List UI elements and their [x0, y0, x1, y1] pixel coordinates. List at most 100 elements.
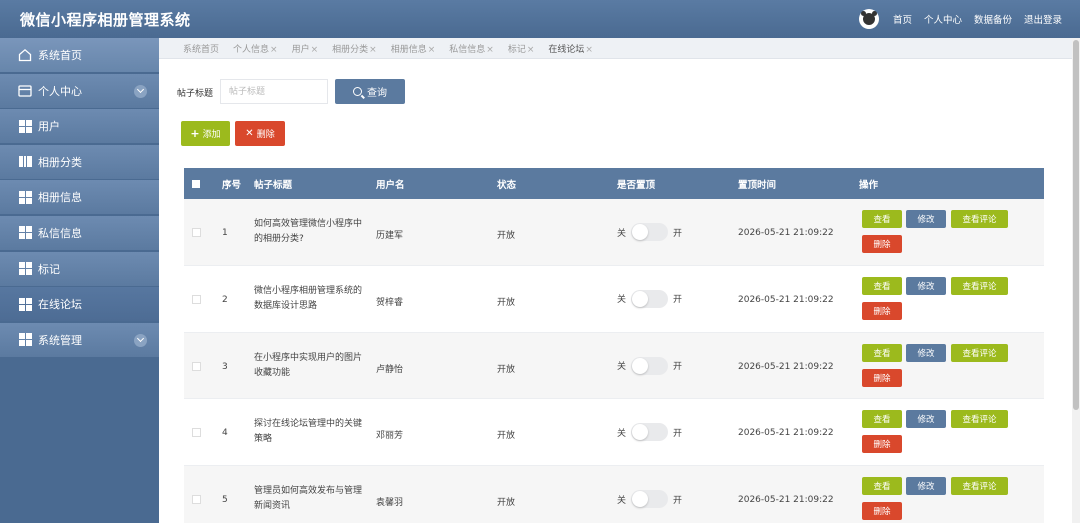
add-button[interactable]: + 添加: [181, 121, 230, 146]
tab-messages[interactable]: 私信信息×: [449, 42, 494, 55]
batch-delete-button[interactable]: ✕ 删除: [235, 121, 285, 146]
switch-off-label: 关: [617, 362, 627, 373]
view-button[interactable]: 查看: [862, 343, 902, 362]
table-row: 3 在小程序中实现用户的图片收藏功能 卢静怡 开放关开 2026-05-21 21:09…: [184, 332, 1044, 400]
close-icon[interactable]: ×: [486, 45, 494, 55]
table-row: 2 微信小程序相册管理系统的数据库设计思路 贺梓睿 开放关开 2026-05-21 21…: [184, 265, 1044, 333]
profile-link[interactable]: 个人中心: [924, 12, 962, 26]
app-title: 微信小程序相册管理系统: [20, 10, 191, 29]
row-title: 在小程序中实现用户的图片收藏功能: [254, 352, 363, 378]
pinned-switch[interactable]: [631, 223, 669, 241]
row-pin-time: 2026-05-21 21:09:22: [738, 428, 834, 439]
col-pin-time: 置顶时间: [738, 179, 777, 191]
sidebar-item-marks[interactable]: 标记: [0, 251, 159, 286]
col-no: 序号: [222, 179, 242, 191]
edit-button[interactable]: 修改: [906, 210, 946, 228]
view-comments-button[interactable]: 查看评论: [951, 343, 1008, 362]
search-input[interactable]: [220, 79, 328, 104]
view-button[interactable]: 查看: [862, 410, 902, 429]
grid-icon: [18, 190, 32, 204]
sidebar-item-label: 相册信息: [38, 191, 82, 205]
delete-button[interactable]: 删除: [862, 301, 902, 320]
row-title: 微信小程序相册管理系统的数据库设计思路: [254, 285, 363, 311]
edit-button[interactable]: 修改: [906, 410, 946, 429]
sidebar-item-album-info[interactable]: 相册信息: [0, 180, 159, 215]
view-button[interactable]: 查看: [862, 210, 902, 228]
chevron-down-icon[interactable]: [134, 84, 147, 98]
tab-personal-info[interactable]: 个人信息×: [233, 42, 278, 55]
sidebar-item-label: 系统管理: [38, 333, 82, 347]
scrollbar[interactable]: [1072, 38, 1080, 523]
switch-off-label: 关: [617, 295, 627, 306]
row-user: 贺梓睿: [376, 297, 404, 308]
row-no: 4: [222, 428, 228, 439]
delete-button[interactable]: 删除: [862, 502, 902, 521]
close-icon[interactable]: ×: [270, 45, 278, 55]
close-icon[interactable]: ×: [369, 45, 377, 55]
pinned-switch[interactable]: [631, 289, 669, 308]
pinned-switch[interactable]: [631, 490, 669, 509]
view-comments-button[interactable]: 查看评论: [951, 477, 1008, 496]
row-title: 如何高效管理微信小程序中的相册分类?: [254, 219, 363, 244]
row-status: 开放: [497, 231, 516, 241]
sidebar-item-label: 个人中心: [38, 84, 82, 98]
row-checkbox[interactable]: [192, 294, 201, 304]
select-all-checkbox[interactable]: [192, 168, 200, 199]
close-icon[interactable]: ×: [527, 45, 535, 55]
search-icon: [353, 87, 362, 96]
tab-marks[interactable]: 标记×: [508, 42, 535, 55]
pinned-switch[interactable]: [631, 423, 669, 442]
pinned-switch[interactable]: [631, 356, 669, 375]
tab-album-info[interactable]: 相册信息×: [391, 42, 436, 55]
home-link[interactable]: 首页: [893, 12, 912, 26]
close-icon[interactable]: ×: [428, 45, 436, 55]
sidebar-item-label: 系统首页: [38, 49, 82, 62]
view-button[interactable]: 查看: [862, 276, 902, 295]
sidebar-item-album-category[interactable]: 相册分类: [0, 144, 159, 179]
row-user: 邓丽芳: [376, 431, 404, 442]
grid-icon: [18, 226, 32, 240]
logout-link[interactable]: 退出登录: [1024, 12, 1062, 26]
edit-button[interactable]: 修改: [906, 477, 946, 496]
switch-off-label: 关: [617, 428, 627, 439]
scroll-thumb[interactable]: [1073, 40, 1079, 410]
sidebar-item-home[interactable]: 系统首页: [0, 38, 159, 72]
delete-button[interactable]: 删除: [862, 235, 902, 253]
delete-button[interactable]: 删除: [862, 368, 902, 387]
close-icon[interactable]: ×: [585, 45, 593, 55]
delete-button[interactable]: 删除: [862, 435, 902, 454]
edit-button[interactable]: 修改: [906, 276, 946, 295]
row-checkbox[interactable]: [192, 228, 201, 237]
view-comments-button[interactable]: 查看评论: [951, 210, 1008, 228]
sidebar-item-profile[interactable]: 个人中心: [0, 73, 159, 108]
chevron-down-icon[interactable]: [134, 333, 147, 347]
tab-forum[interactable]: 在线论坛×: [548, 42, 593, 55]
row-checkbox[interactable]: [192, 361, 201, 371]
row-no: 3: [222, 361, 228, 372]
tab-home[interactable]: 系统首页: [183, 42, 219, 55]
col-status: 状态: [497, 179, 517, 191]
tab-users[interactable]: 用户×: [292, 42, 319, 55]
close-icon[interactable]: ×: [311, 45, 319, 55]
sidebar-item-messages[interactable]: 私信信息: [0, 215, 159, 250]
backup-link[interactable]: 数据备份: [974, 12, 1012, 26]
row-checkbox[interactable]: [192, 495, 201, 505]
pinned-toggle-group: 关开: [617, 490, 682, 509]
row-checkbox[interactable]: [192, 428, 201, 438]
card-icon: [18, 84, 32, 98]
tab-album-category[interactable]: 相册分类×: [332, 42, 377, 55]
view-button[interactable]: 查看: [862, 477, 902, 496]
sidebar-item-system[interactable]: 系统管理: [0, 322, 159, 357]
edit-button[interactable]: 修改: [906, 343, 946, 362]
view-comments-button[interactable]: 查看评论: [951, 410, 1008, 429]
row-pin-time: 2026-05-21 21:09:22: [738, 294, 834, 305]
query-button[interactable]: 查询: [335, 79, 405, 104]
row-no: 2: [222, 294, 228, 305]
sidebar-item-forum[interactable]: 在线论坛: [0, 287, 159, 322]
col-pinned: 是否置顶: [617, 179, 656, 191]
view-comments-button[interactable]: 查看评论: [951, 276, 1008, 295]
avatar[interactable]: [858, 9, 879, 29]
grid-icon: [18, 262, 32, 276]
row-status: 开放: [497, 431, 516, 442]
sidebar-item-users[interactable]: 用户: [0, 109, 159, 144]
